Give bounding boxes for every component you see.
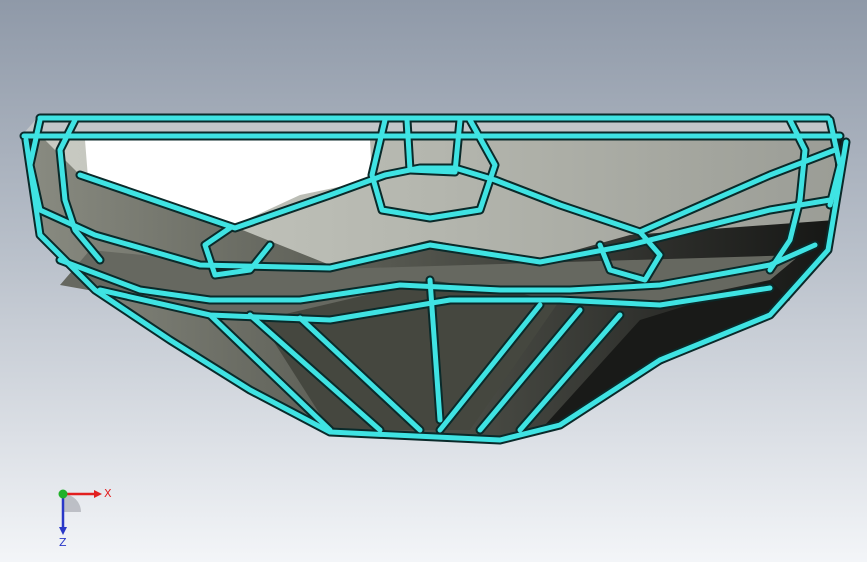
x-axis-arrow-icon: [94, 490, 102, 498]
z-axis-arrow-icon: [59, 527, 67, 535]
orientation-triad[interactable]: X Z: [40, 480, 120, 550]
y-axis-dot-icon: [58, 489, 68, 499]
x-axis-label: X: [104, 487, 112, 500]
bowl-model[interactable]: [0, 0, 867, 562]
z-axis-label: Z: [59, 536, 67, 549]
3d-viewport[interactable]: X Z: [0, 0, 867, 562]
